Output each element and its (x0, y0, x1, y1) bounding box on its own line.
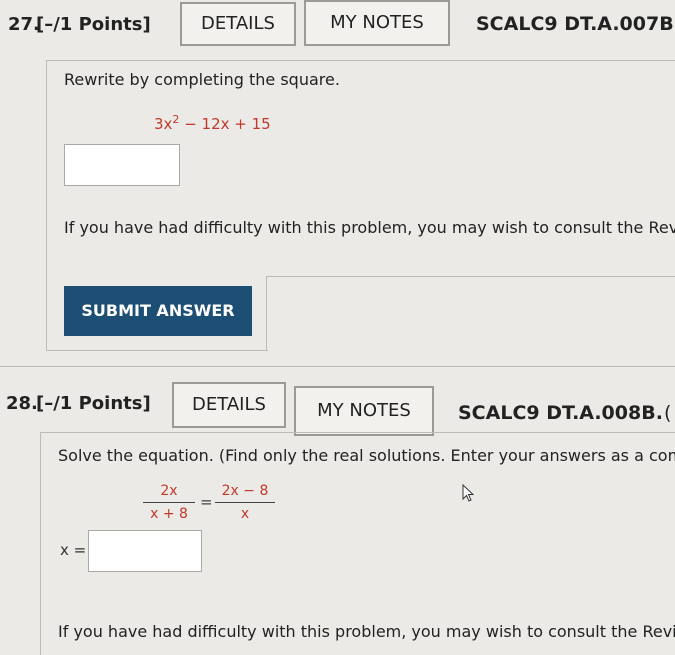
my-notes-button[interactable]: MY NOTES (304, 0, 450, 46)
help-text: If you have had difficulty with this pro… (58, 622, 675, 641)
equals-sign: = (200, 493, 213, 511)
lhs-fraction: 2x x + 8 (143, 482, 195, 523)
rhs-denominator: x (240, 506, 250, 522)
rhs-fraction: 2x − 8 x (215, 482, 275, 523)
mouse-pointer-icon (462, 484, 475, 502)
divider (266, 276, 267, 350)
fraction-bar (215, 502, 275, 503)
problem-code-tail: ( (664, 402, 672, 424)
math-expression: 3x2 − 12x + 15 (154, 113, 271, 133)
divider (46, 60, 675, 61)
divider (46, 350, 268, 351)
divider (0, 366, 675, 367)
question-prompt: Rewrite by completing the square. (64, 70, 340, 89)
panel-border (46, 60, 47, 350)
lhs-numerator: 2x (160, 483, 178, 499)
fraction-bar (143, 502, 195, 503)
submit-answer-button[interactable]: SUBMIT ANSWER (64, 286, 252, 336)
problem-code: SCALC9 DT.A.007B. (476, 13, 675, 35)
problem-code: SCALC9 DT.A.008B. (458, 402, 663, 424)
help-text: If you have had difficulty with this pro… (64, 218, 675, 237)
answer-label: x = (60, 541, 87, 559)
question-prompt: Solve the equation. (Find only the real … (58, 446, 675, 465)
question-points: [–/1 Points] (36, 393, 151, 414)
answer-input[interactable] (64, 144, 180, 186)
details-button[interactable]: DETAILS (180, 2, 296, 46)
question-number: 28. (6, 393, 38, 414)
answer-input[interactable] (88, 530, 202, 572)
divider (40, 432, 675, 433)
rhs-numerator: 2x − 8 (221, 483, 269, 499)
details-button[interactable]: DETAILS (172, 382, 286, 428)
panel-border (40, 432, 41, 655)
divider (266, 276, 675, 277)
question-points: [–/1 Points] (36, 14, 151, 35)
lhs-denominator: x + 8 (150, 506, 188, 522)
my-notes-button[interactable]: MY NOTES (294, 386, 434, 436)
